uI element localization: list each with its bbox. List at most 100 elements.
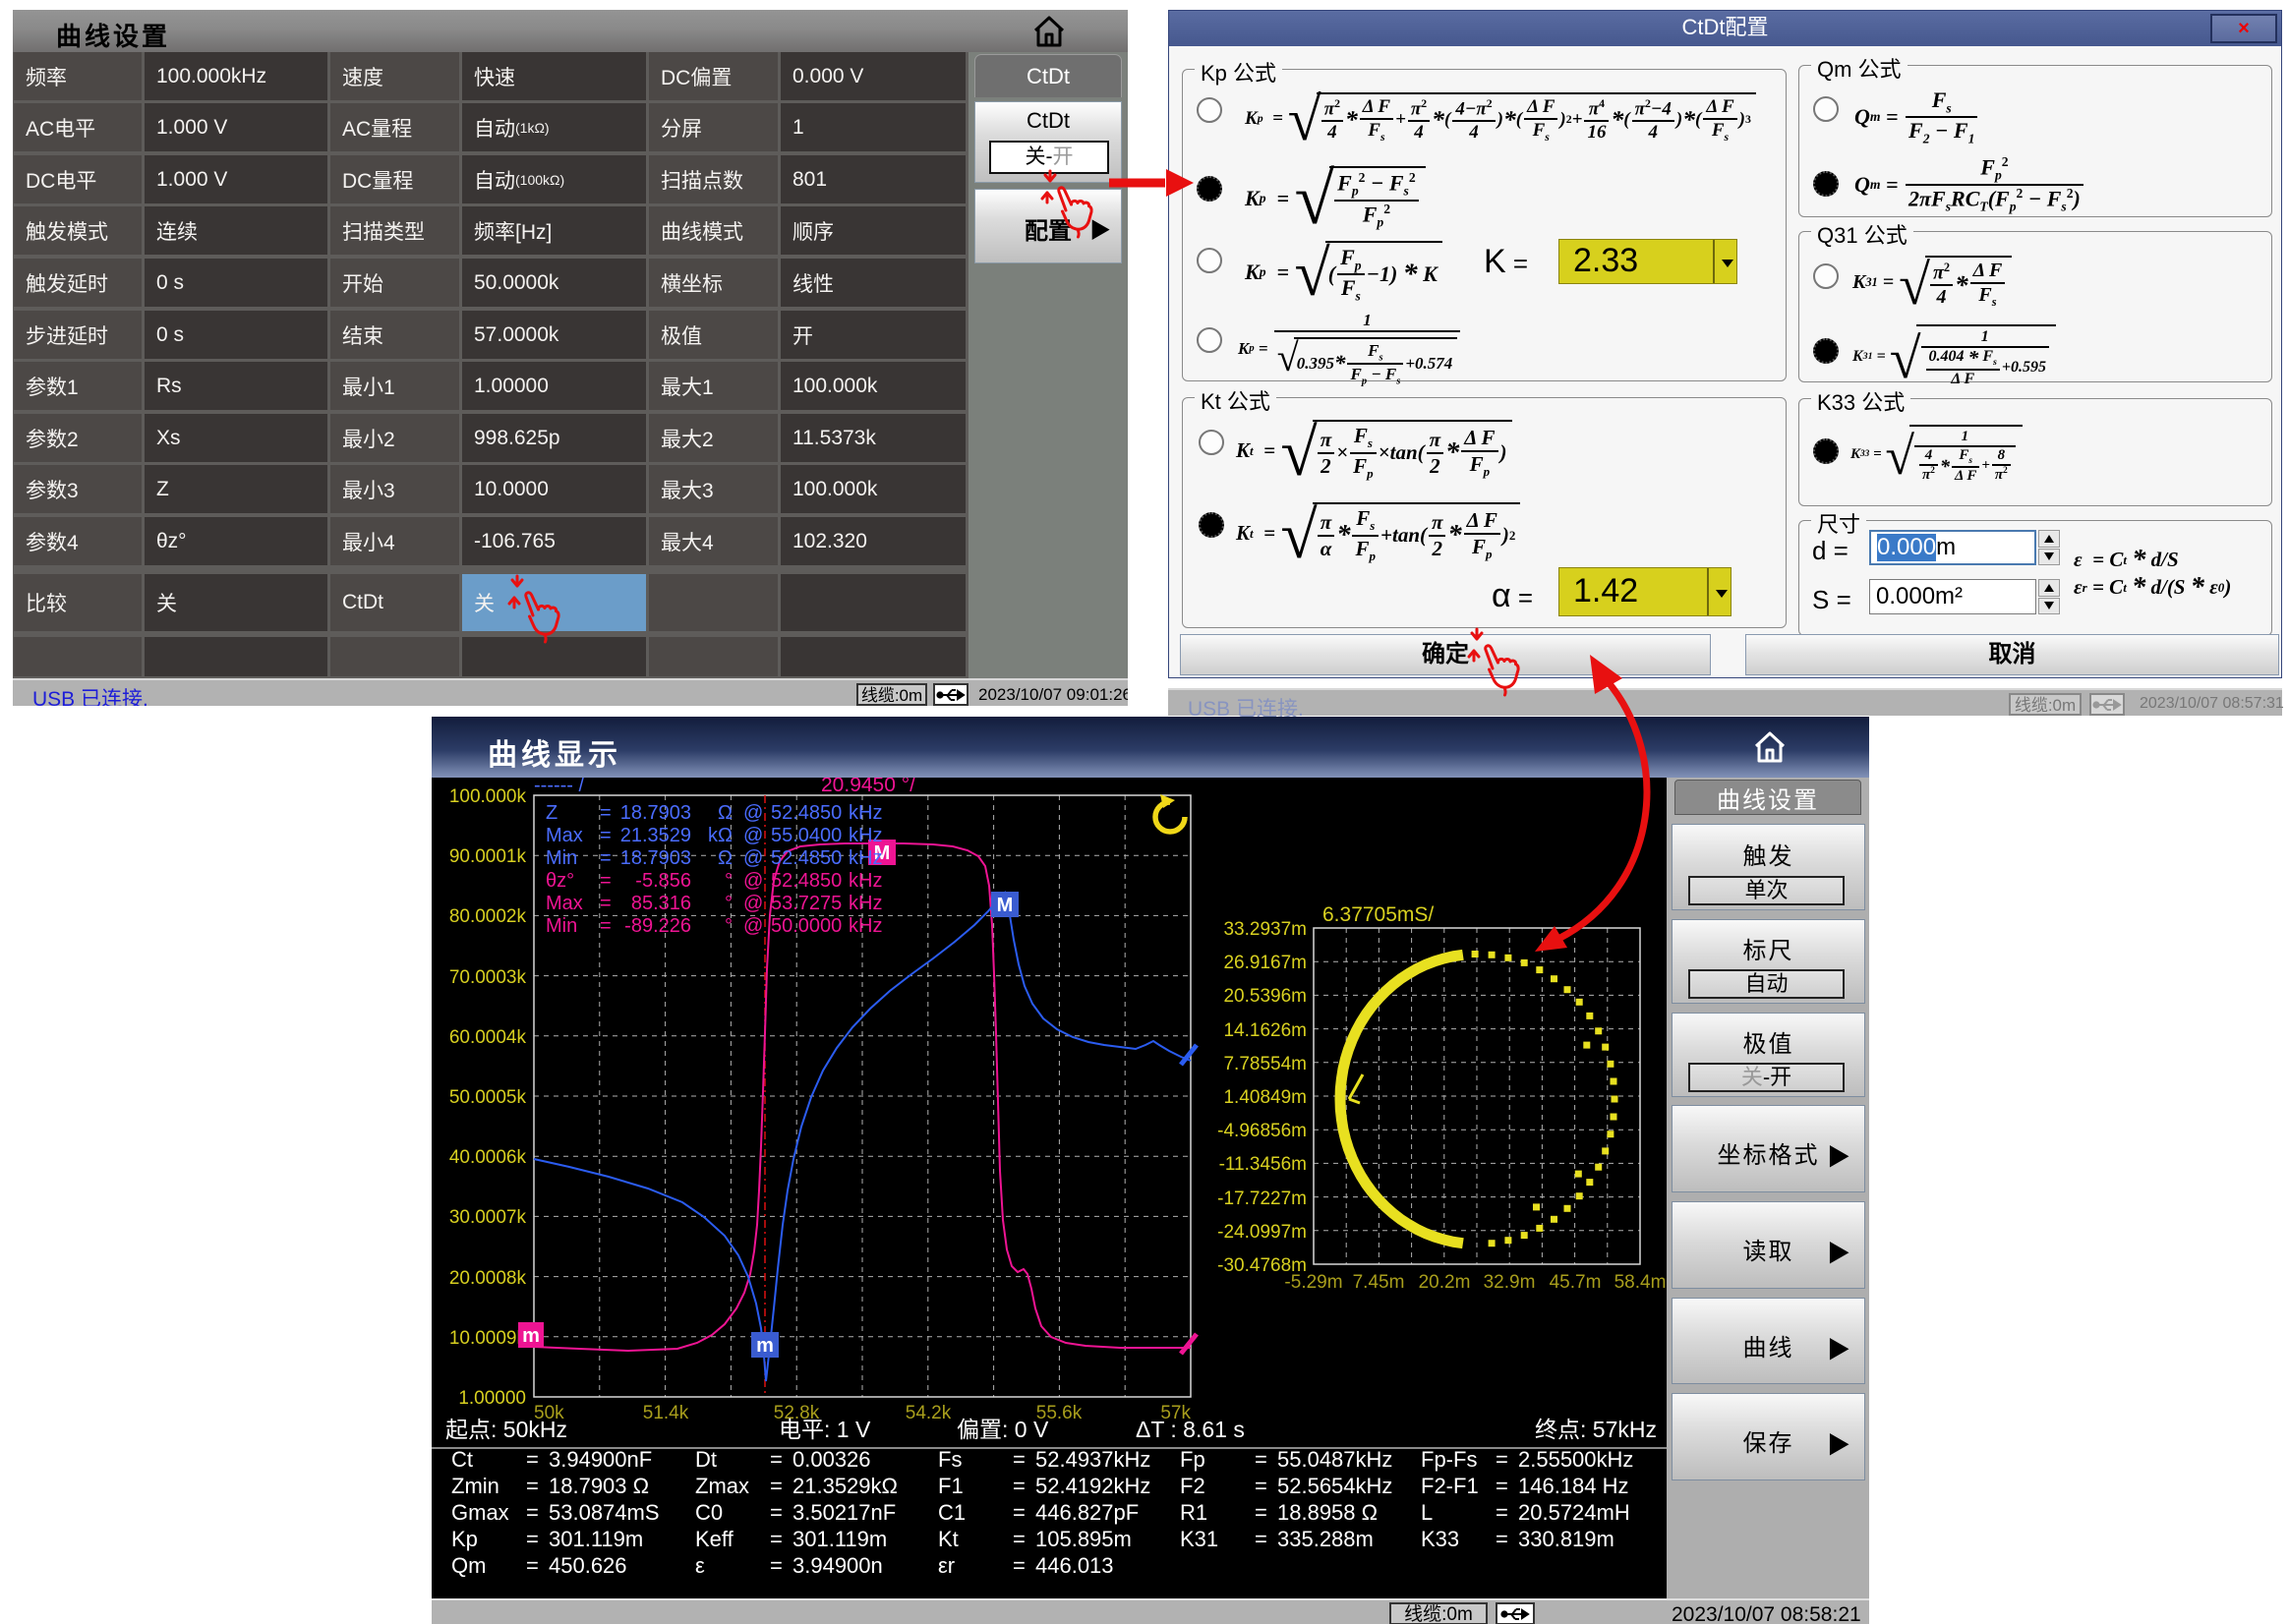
svg-text:=: =	[600, 893, 612, 914]
svg-text:=: =	[526, 1500, 539, 1525]
svg-text:kHz: kHz	[849, 825, 882, 846]
svg-text:R1: R1	[1180, 1500, 1207, 1525]
svg-text:F1: F1	[938, 1474, 964, 1498]
svg-text:Keff: Keff	[695, 1527, 734, 1551]
svg-text:°: °	[725, 915, 733, 937]
svg-text:20.9450 °/: 20.9450 °/	[821, 778, 915, 796]
svg-text:起点: 50kHz: 起点: 50kHz	[445, 1417, 567, 1442]
svg-text:=: =	[1255, 1500, 1267, 1525]
svg-text:58.4m: 58.4m	[1614, 1272, 1667, 1293]
svg-text:52.4850: 52.4850	[771, 870, 842, 892]
svg-text:ε: ε	[695, 1553, 705, 1578]
svg-text:=: =	[1255, 1527, 1267, 1551]
svg-text:Fp: Fp	[1180, 1447, 1205, 1472]
svg-text:=: =	[1496, 1527, 1508, 1551]
svg-text:=: =	[770, 1474, 783, 1498]
svg-text:C0: C0	[695, 1500, 723, 1525]
svg-text:偏置: 0 V: 偏置: 0 V	[957, 1417, 1049, 1442]
svg-text:Max: Max	[546, 825, 583, 846]
svg-text:Ω: Ω	[718, 802, 733, 824]
svg-text:-5.856: -5.856	[635, 870, 691, 892]
svg-text:50.0000: 50.0000	[771, 915, 842, 937]
svg-text:330.819m: 330.819m	[1518, 1527, 1614, 1551]
svg-text:3.50217nF: 3.50217nF	[792, 1500, 896, 1525]
svg-text:52.4937kHz: 52.4937kHz	[1035, 1447, 1150, 1472]
svg-text:电平: 1 V: 电平: 1 V	[779, 1417, 871, 1442]
svg-text:18.8958 Ω: 18.8958 Ω	[1277, 1500, 1378, 1525]
svg-text:45.7m: 45.7m	[1550, 1272, 1602, 1293]
svg-text:kHz: kHz	[849, 870, 882, 892]
svg-text:Fp-Fs: Fp-Fs	[1421, 1447, 1477, 1472]
svg-text:@: @	[743, 825, 763, 846]
svg-text:L: L	[1421, 1500, 1433, 1525]
svg-text:446.827pF: 446.827pF	[1035, 1500, 1139, 1525]
svg-text:50.0005k: 50.0005k	[449, 1087, 527, 1108]
svg-text:Kt: Kt	[938, 1527, 959, 1551]
svg-text:=: =	[600, 870, 612, 892]
svg-text:52.4192kHz: 52.4192kHz	[1035, 1474, 1150, 1498]
svg-text:F2: F2	[1180, 1474, 1205, 1498]
svg-text:°: °	[725, 870, 733, 892]
svg-text:=: =	[1013, 1500, 1026, 1525]
svg-text:-89.226: -89.226	[624, 915, 691, 937]
svg-text:21.3529: 21.3529	[620, 825, 691, 846]
svg-text:301.119m: 301.119m	[549, 1527, 643, 1551]
svg-text:450.626: 450.626	[549, 1553, 627, 1578]
svg-text:Dt: Dt	[695, 1447, 717, 1472]
svg-text:55.0400: 55.0400	[771, 825, 842, 846]
svg-text:°: °	[725, 893, 733, 914]
svg-text:-5.29m: -5.29m	[1284, 1272, 1342, 1293]
svg-text:K31: K31	[1180, 1527, 1218, 1551]
svg-text:=: =	[770, 1500, 783, 1525]
svg-text:446.013: 446.013	[1035, 1553, 1114, 1578]
svg-text:C1: C1	[938, 1500, 966, 1525]
svg-text:=: =	[526, 1447, 539, 1472]
svg-text:m: m	[522, 1325, 540, 1347]
svg-text:53.7275: 53.7275	[771, 893, 842, 914]
svg-text:Zmin: Zmin	[451, 1474, 499, 1498]
svg-text:=: =	[770, 1527, 783, 1551]
svg-text:21.3529kΩ: 21.3529kΩ	[792, 1474, 898, 1498]
svg-text:Z: Z	[546, 802, 558, 824]
svg-text:18.7903: 18.7903	[620, 802, 691, 824]
svg-text:=: =	[770, 1447, 783, 1472]
svg-text:54.2k: 54.2k	[906, 1403, 952, 1423]
svg-text:=: =	[1496, 1500, 1508, 1525]
svg-text:335.288m: 335.288m	[1277, 1527, 1374, 1551]
svg-text:40.0006k: 40.0006k	[449, 1147, 527, 1168]
svg-text:------ /: ------ /	[534, 778, 585, 796]
svg-text:-4.96856m: -4.96856m	[1217, 1121, 1307, 1141]
svg-text:0.00326: 0.00326	[792, 1447, 871, 1472]
svg-text:终点: 57kHz: 终点: 57kHz	[1535, 1417, 1657, 1442]
svg-text:kΩ: kΩ	[708, 825, 733, 846]
svg-text:=: =	[1013, 1527, 1026, 1551]
svg-text:105.895m: 105.895m	[1035, 1527, 1132, 1551]
svg-text:60.0004k: 60.0004k	[449, 1027, 527, 1048]
svg-text:=: =	[1013, 1447, 1026, 1472]
svg-text:=: =	[1255, 1447, 1267, 1472]
svg-text:=: =	[600, 847, 612, 869]
svg-text:εr: εr	[938, 1553, 955, 1578]
svg-text:14.1626m: 14.1626m	[1223, 1020, 1307, 1041]
svg-text:-17.7227m: -17.7227m	[1217, 1189, 1307, 1209]
svg-text:-24.0997m: -24.0997m	[1217, 1222, 1307, 1243]
svg-text:51.4k: 51.4k	[643, 1403, 689, 1423]
svg-text:80.0002k: 80.0002k	[449, 906, 527, 927]
svg-text:@: @	[743, 847, 763, 869]
svg-text:3.94900nF: 3.94900nF	[549, 1447, 652, 1472]
svg-text:=: =	[1496, 1447, 1508, 1472]
svg-text:301.119m: 301.119m	[792, 1527, 887, 1551]
svg-text:30.0007k: 30.0007k	[449, 1207, 527, 1228]
svg-text:-11.3456m: -11.3456m	[1219, 1154, 1307, 1175]
svg-text:1.40849m: 1.40849m	[1223, 1087, 1307, 1108]
svg-text:Fs: Fs	[938, 1447, 962, 1472]
svg-text:Min: Min	[546, 847, 577, 869]
svg-text:M: M	[997, 895, 1014, 916]
svg-text:7.78554m: 7.78554m	[1223, 1054, 1307, 1074]
svg-text:kHz: kHz	[849, 847, 882, 869]
svg-text:146.184 Hz: 146.184 Hz	[1518, 1474, 1629, 1498]
svg-text:Min: Min	[546, 915, 577, 937]
svg-text:52.4850: 52.4850	[771, 847, 842, 869]
svg-text:32.9m: 32.9m	[1484, 1272, 1536, 1293]
svg-text:@: @	[743, 802, 763, 824]
